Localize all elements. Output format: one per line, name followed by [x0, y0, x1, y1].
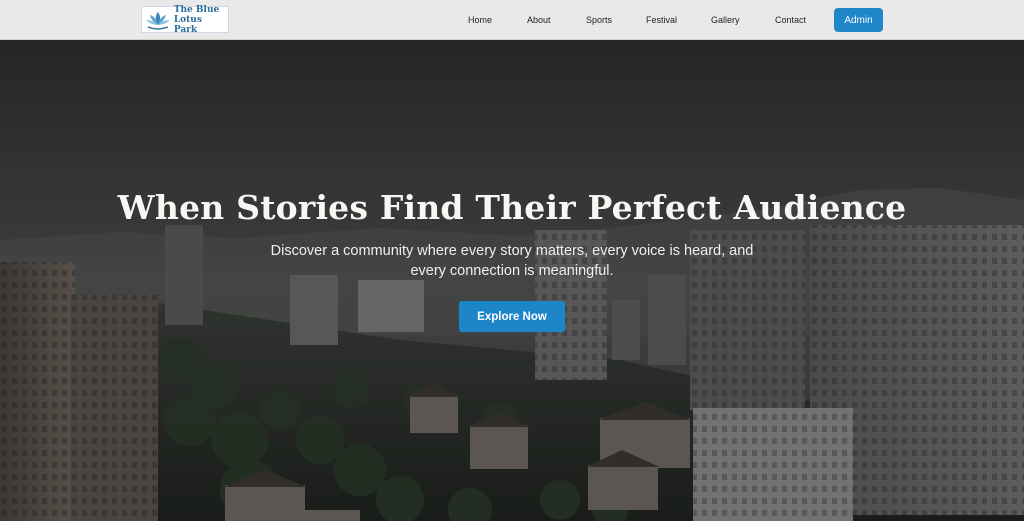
nav-about-link[interactable]: About — [527, 14, 551, 26]
explore-now-button[interactable]: Explore Now — [459, 301, 565, 332]
nav-festival-link[interactable]: Festival — [646, 14, 677, 26]
top-navbar: The Blue Lotus Park Home About Sports Fe… — [0, 0, 1024, 40]
hero-title: When Stories Find Their Perfect Audience — [117, 188, 907, 227]
nav-gallery-link[interactable]: Gallery — [711, 14, 740, 26]
nav-contact-link[interactable]: Contact — [775, 14, 806, 26]
hero-subtitle: Discover a community where every story m… — [270, 243, 754, 279]
nav-sports-link[interactable]: Sports — [586, 14, 612, 26]
nav-home-link[interactable]: Home — [468, 14, 492, 26]
admin-button[interactable]: Admin — [834, 8, 883, 32]
hero-section: When Stories Find Their Perfect Audience… — [0, 40, 1024, 521]
page: The Blue Lotus Park Home About Sports Fe… — [0, 0, 1024, 521]
